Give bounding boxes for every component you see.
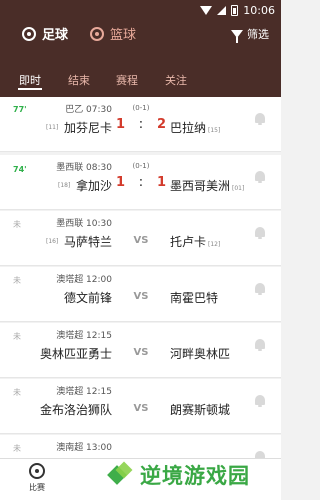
home-team: 德文前锋 [63, 291, 112, 305]
score-separator: : [138, 175, 144, 190]
home-team: 奥林匹亚勇士 [39, 347, 112, 361]
match-row[interactable]: 未 澳塔超 12:15 奥林匹亚勇士 VS 河畔奥林匹 [0, 323, 281, 378]
home-team: 马萨特兰 [63, 235, 112, 249]
bell-icon[interactable] [255, 171, 265, 183]
home-team: 加芬尼卡 [63, 121, 112, 135]
league-time: 澳塔超 12:15 [56, 331, 112, 341]
bell-icon[interactable] [255, 339, 265, 351]
home-score: 1 [116, 117, 126, 132]
halftime-score: (0-1) [132, 162, 150, 170]
league-time: 澳塔超 12:00 [56, 275, 112, 285]
match-row[interactable]: 未 墨西联 10:30 [16] 马萨特兰 VS 托卢卡 [12] [0, 211, 281, 266]
battery-icon [231, 4, 239, 16]
bell-icon[interactable] [255, 113, 265, 125]
away-team: 朗赛斯顿城 [170, 403, 231, 417]
home-team: 金布洛治狮队 [39, 403, 112, 417]
status-time: 10:06 [243, 3, 275, 17]
home-team: 拿加沙 [75, 179, 112, 193]
league-time: 墨西联 10:30 [56, 219, 112, 229]
away-score: 1 [156, 175, 166, 190]
tab-schedule[interactable]: 赛程 [116, 72, 138, 88]
match-tabs: 即时 结束 赛程 关注 [0, 68, 281, 97]
active-tab-indicator [18, 88, 42, 90]
wifi-icon [200, 5, 213, 15]
bell-icon[interactable] [255, 395, 265, 407]
watermark-logo-icon [107, 461, 134, 488]
signal-icon [217, 5, 227, 15]
league-time: 澳南超 13:00 [56, 443, 112, 453]
away-team-wrap: 巴拉纳 [15] [170, 119, 220, 136]
away-team-wrap: 托卢卡 [12] [170, 233, 220, 250]
tab-following[interactable]: 关注 [165, 72, 187, 88]
away-score: 2 [156, 117, 166, 132]
away-team: 墨西哥美洲 [170, 179, 231, 193]
status-bar: 10:06 [200, 3, 275, 17]
match-row[interactable]: 74' 墨西联 08:30 (0-1) [18] 拿加沙 1 : 1 墨西哥美洲… [0, 155, 281, 210]
vs-label: VS [133, 403, 149, 414]
halftime-score: (0-1) [132, 104, 150, 112]
home-score: 1 [116, 175, 126, 190]
away-team-wrap: 墨西哥美洲 [01] [170, 177, 244, 194]
nav-label: 比赛 [29, 483, 45, 492]
away-rank: [12] [208, 241, 221, 248]
away-team: 南霍巴特 [170, 291, 219, 305]
sport-tab-basketball[interactable]: 篮球 [90, 24, 136, 43]
away-team: 河畔奥林匹 [170, 347, 231, 361]
league-time: 巴乙 07:30 [65, 105, 112, 115]
away-rank: [15] [208, 127, 221, 134]
sport-switcher: 足球 篮球 筛选 [0, 22, 281, 48]
filter-label: 筛选 [247, 28, 269, 41]
vs-label: VS [133, 235, 149, 246]
watermark: 逆境游戏园 [107, 460, 250, 490]
tab-finished[interactable]: 结束 [68, 72, 90, 88]
basketball-label: 篮球 [110, 28, 137, 43]
bell-icon[interactable] [255, 283, 265, 295]
vs-label: VS [133, 347, 149, 358]
watermark-text: 逆境游戏园 [140, 464, 250, 488]
football-icon [29, 463, 45, 479]
score-separator: : [138, 117, 144, 132]
match-row[interactable]: 未 澳塔超 12:15 金布洛治狮队 VS 朗赛斯顿城 [0, 379, 281, 434]
filter-icon [231, 30, 243, 43]
football-label: 足球 [42, 28, 69, 43]
football-icon [22, 26, 36, 41]
live-score: 1 : 2 [116, 117, 166, 132]
away-team: 巴拉纳 [170, 121, 207, 135]
bell-icon[interactable] [255, 227, 265, 239]
match-row[interactable]: 未 澳塔超 12:00 德文前锋 VS 南霍巴特 [0, 267, 281, 322]
vs-label: VS [133, 291, 149, 302]
nav-item-matches[interactable]: 比赛 [22, 463, 52, 493]
live-score: 1 : 1 [116, 175, 166, 190]
sport-tab-football[interactable]: 足球 [22, 24, 68, 43]
tab-live[interactable]: 即时 [19, 72, 41, 88]
app-header: 10:06 足球 篮球 筛选 即时 结束 赛程 关注 [0, 0, 281, 97]
league-time: 澳塔超 12:15 [56, 387, 112, 397]
away-rank: [01] [232, 185, 245, 192]
match-row[interactable]: 77' 巴乙 07:30 (0-1) [11] 加芬尼卡 1 : 2 巴拉纳 [1… [0, 97, 281, 152]
filter-button[interactable]: 筛选 [231, 26, 269, 43]
basketball-icon [90, 26, 104, 41]
league-time: 墨西联 08:30 [56, 163, 112, 173]
away-team: 托卢卡 [170, 235, 207, 249]
